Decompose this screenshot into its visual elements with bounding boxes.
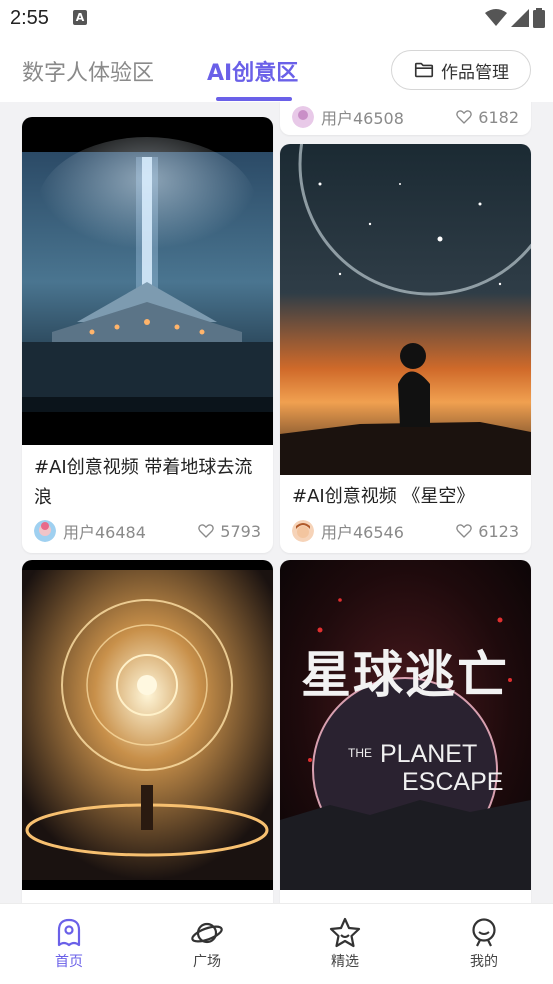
like-count[interactable]: 6182 [455, 108, 519, 127]
folder-icon [414, 62, 434, 78]
like-count[interactable]: 6123 [455, 522, 519, 541]
tab-ai-creative[interactable]: AI创意区 [207, 55, 298, 87]
video-card[interactable]: 星球逃亡 THE PLANET ESCAPE [280, 560, 531, 903]
wifi-icon [485, 9, 507, 26]
poster-sub-escape: ESCAPE [402, 768, 503, 796]
nav-home[interactable]: 首页 [39, 916, 99, 971]
nav-plaza-label: 广场 [193, 954, 221, 970]
poster-title: 星球逃亡 [301, 646, 509, 704]
video-thumbnail [280, 144, 531, 475]
author-name: 用户46484 [63, 523, 146, 542]
nav-profile-label: 我的 [470, 954, 498, 970]
video-card[interactable]: 用户46508 6182 [280, 102, 531, 135]
card-meta: 用户46546 6123 [292, 518, 519, 544]
star-icon [329, 917, 361, 948]
video-card[interactable]: #AI创意视频 带着地球去流浪 用户46484 5793 [22, 117, 273, 553]
nav-home-label: 首页 [55, 954, 83, 970]
signal-icon [511, 9, 529, 27]
tab-digital-human[interactable]: 数字人体验区 [22, 55, 154, 87]
active-tab-indicator [216, 97, 292, 101]
like-number: 6123 [478, 521, 519, 541]
avatar [34, 520, 56, 542]
nav-profile[interactable]: 我的 [454, 916, 514, 971]
app-screen: 2:55 A 数字人体验区 AI创意区 作品管理 用户46508 6182 #A… [0, 0, 553, 984]
top-header: 数字人体验区 AI创意区 作品管理 [0, 38, 553, 102]
video-thumbnail: 星球逃亡 THE PLANET ESCAPE [280, 560, 531, 890]
planet-icon [191, 922, 223, 944]
status-time: 2:55 [10, 7, 49, 29]
bottom-navigation: 首页 广场 精选 我的 [0, 903, 553, 984]
battery-icon [533, 8, 545, 28]
status-icons [485, 8, 545, 28]
video-thumbnail [22, 560, 273, 890]
avatar [292, 106, 314, 128]
heart-icon [198, 524, 215, 538]
card-meta: 用户46508 6182 [292, 104, 519, 130]
author-name: 用户46508 [321, 109, 404, 128]
poster-sub-planet: PLANET [380, 740, 477, 768]
card-title: #AI创意视频 《星空》 [292, 486, 475, 507]
manage-works-label: 作品管理 [441, 62, 509, 83]
nav-featured-label: 精选 [331, 954, 359, 970]
video-thumbnail [22, 117, 273, 445]
like-count[interactable]: 5793 [197, 522, 261, 541]
profile-icon [472, 918, 496, 947]
card-meta: 用户46484 5793 [34, 518, 261, 544]
manage-works-button[interactable]: 作品管理 [391, 50, 531, 90]
video-card[interactable]: #AI创意视频 《星空》 用户46546 6123 [280, 144, 531, 553]
like-number: 6182 [478, 107, 519, 127]
heart-icon [456, 110, 473, 124]
home-icon [57, 918, 81, 947]
video-card[interactable] [22, 560, 273, 903]
nav-plaza[interactable]: 广场 [177, 916, 237, 971]
card-title: #AI创意视频 带着地球去流浪 [34, 457, 253, 508]
author-name: 用户46546 [321, 523, 404, 542]
like-number: 5793 [220, 521, 261, 541]
nav-featured[interactable]: 精选 [315, 916, 375, 971]
content-feed[interactable]: 用户46508 6182 #AI创意视频 带着地球去流浪 用户46484 579… [0, 102, 553, 903]
notification-icon: A [73, 10, 87, 25]
poster-sub-the: THE [348, 746, 372, 760]
status-bar: 2:55 A [0, 0, 553, 38]
heart-icon [456, 524, 473, 538]
avatar [292, 520, 314, 542]
